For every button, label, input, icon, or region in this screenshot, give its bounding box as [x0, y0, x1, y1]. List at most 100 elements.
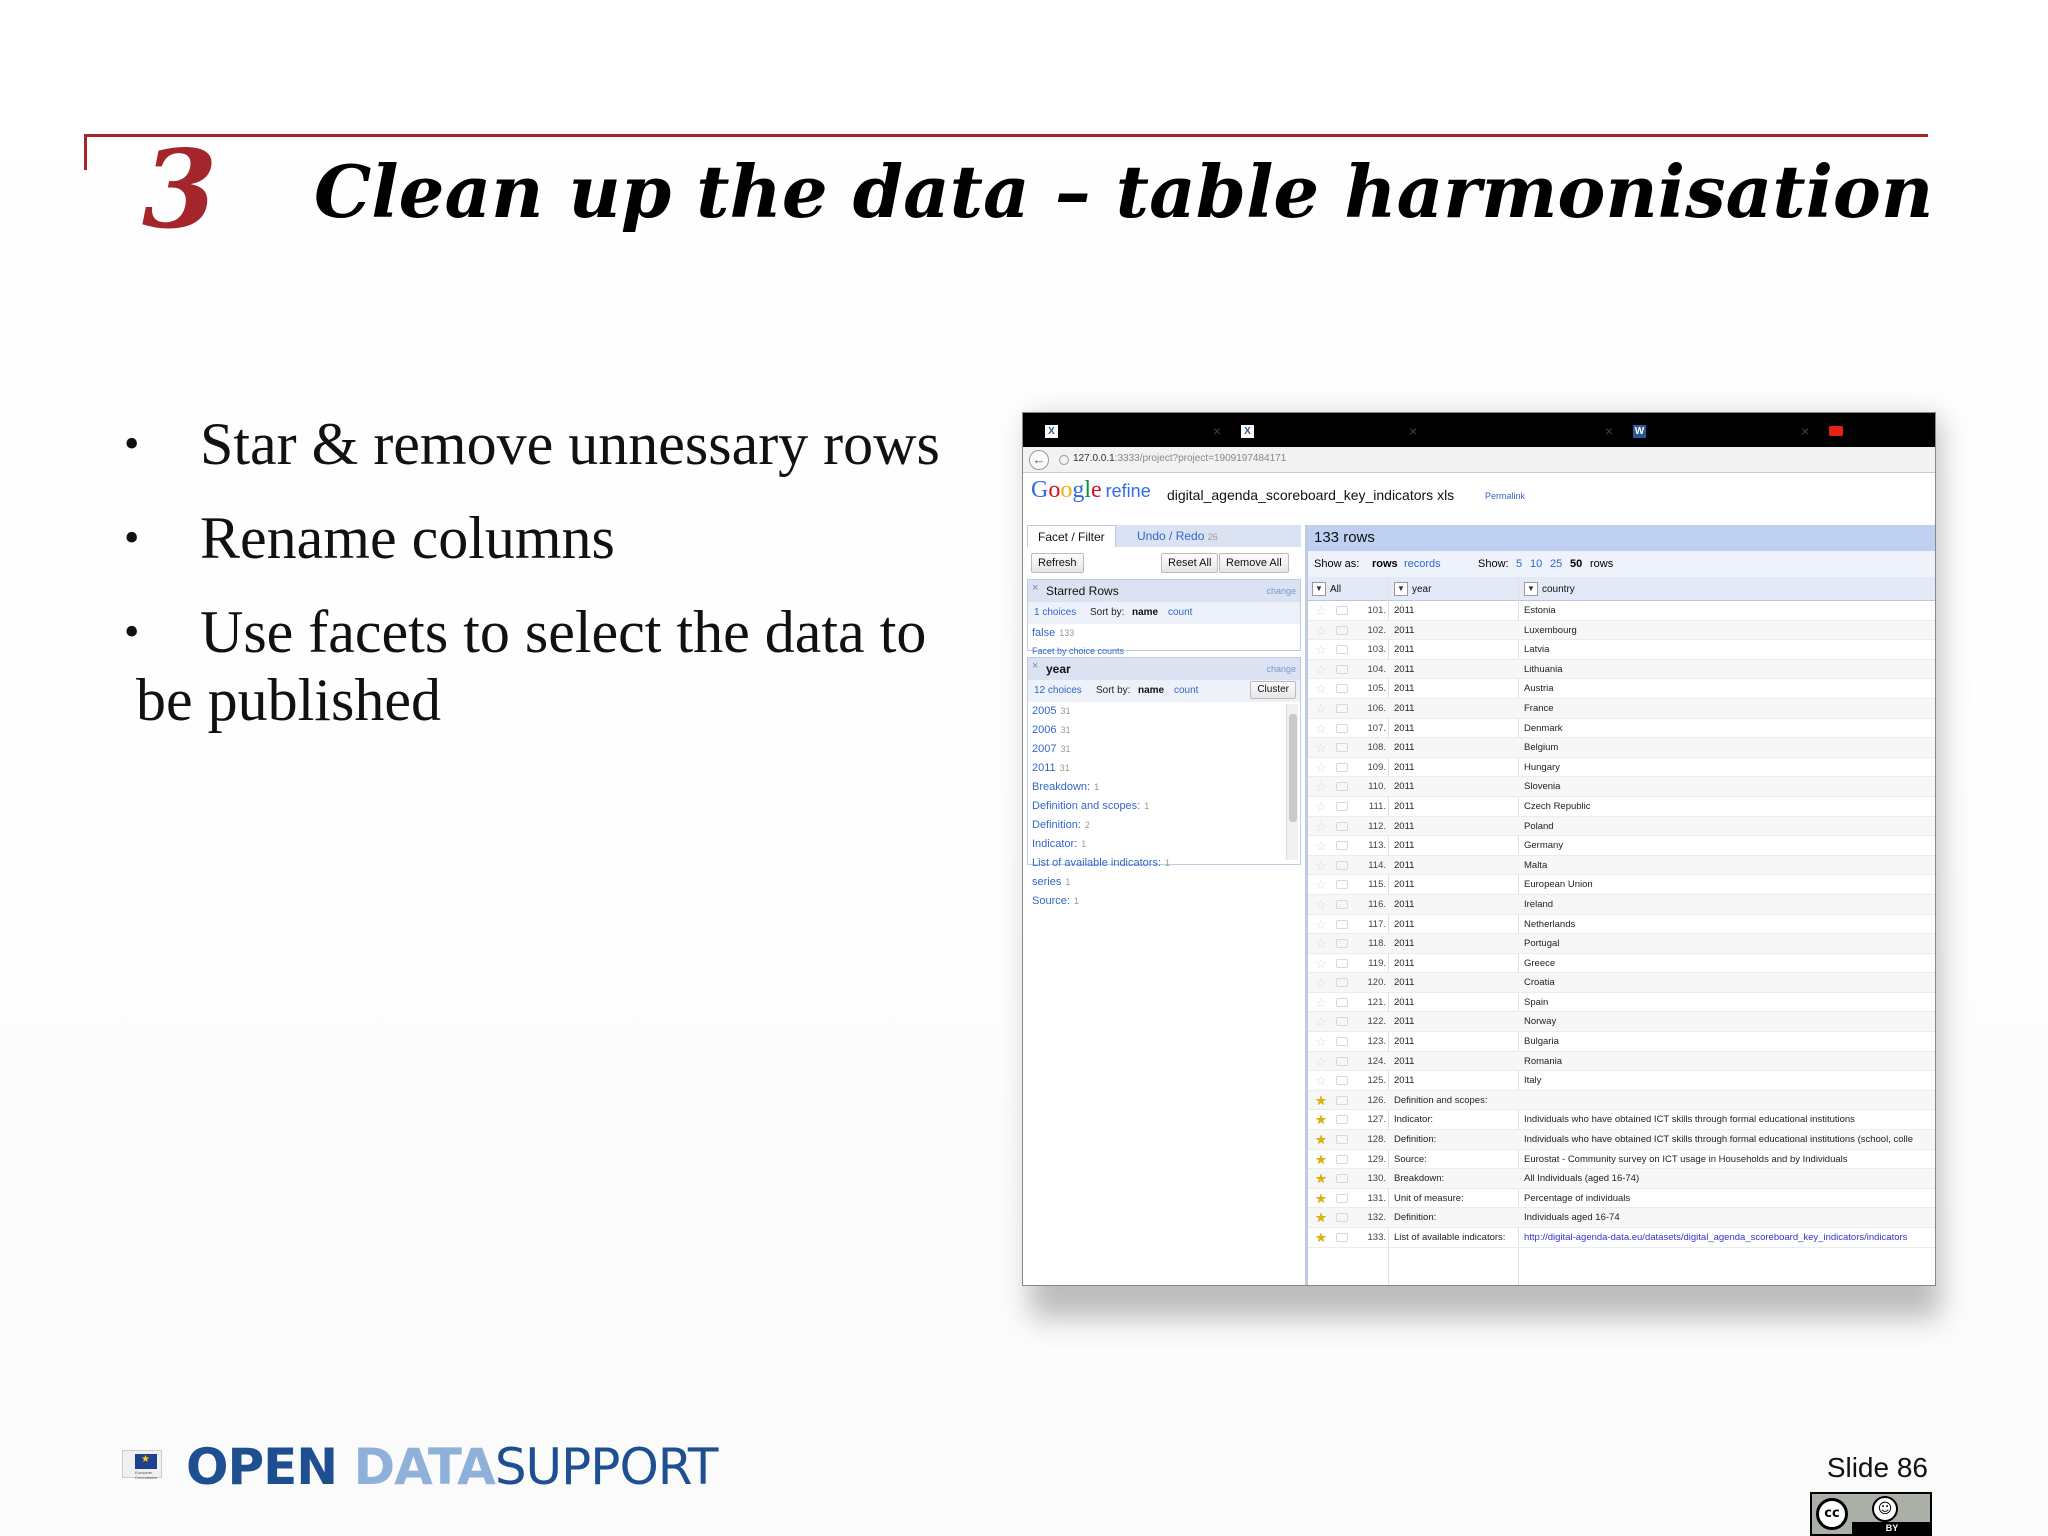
star-icon[interactable]: ☆ [1314, 973, 1328, 993]
flag-icon[interactable] [1336, 978, 1348, 988]
year-cell[interactable]: 2011 [1394, 621, 1414, 641]
country-cell[interactable]: Eurostat - Community survey on ICT usage… [1524, 1150, 1848, 1170]
close-tab-icon[interactable]: × [1605, 423, 1613, 439]
star-icon[interactable]: ☆ [1314, 836, 1328, 856]
flag-icon[interactable] [1336, 1056, 1348, 1066]
flag-icon[interactable] [1336, 1037, 1348, 1047]
year-cell[interactable]: 2011 [1394, 1071, 1414, 1091]
flag-icon[interactable] [1336, 762, 1348, 772]
all-column-menu-icon[interactable]: ▼ [1312, 582, 1326, 596]
star-icon[interactable]: ☆ [1314, 699, 1328, 719]
close-facet-icon[interactable]: × [1032, 582, 1038, 594]
star-icon[interactable]: ★ [1314, 1130, 1328, 1150]
country-cell[interactable]: Individuals aged 16-74 [1524, 1208, 1620, 1228]
project-name[interactable]: digital_agenda_scoreboard_key_indicators… [1167, 487, 1454, 503]
star-icon[interactable]: ★ [1314, 1169, 1328, 1189]
page-size-option[interactable]: 50 [1570, 558, 1582, 570]
show-rows-option[interactable]: rows [1372, 558, 1398, 570]
country-cell[interactable]: Portugal [1524, 934, 1559, 954]
facet-choice[interactable]: List of available indicators: 1 [1028, 854, 1300, 873]
star-icon[interactable]: ☆ [1314, 1052, 1328, 1072]
flag-icon[interactable] [1336, 645, 1348, 655]
flag-icon[interactable] [1336, 1076, 1348, 1086]
year-cell[interactable]: 2011 [1394, 895, 1414, 915]
year-cell[interactable]: Definition and scopes: [1394, 1091, 1487, 1111]
star-icon[interactable]: ★ [1314, 1110, 1328, 1130]
flag-icon[interactable] [1336, 801, 1348, 811]
country-cell[interactable]: Luxembourg [1524, 621, 1577, 641]
year-cell[interactable]: 2011 [1394, 934, 1414, 954]
cluster-button[interactable]: Cluster [1250, 681, 1296, 699]
country-cell[interactable]: Spain [1524, 993, 1548, 1013]
facet-choice[interactable]: Breakdown: 1 [1028, 778, 1300, 797]
flag-icon[interactable] [1336, 1154, 1348, 1164]
star-icon[interactable]: ☆ [1314, 1012, 1328, 1032]
star-icon[interactable]: ★ [1314, 1150, 1328, 1170]
flag-icon[interactable] [1336, 997, 1348, 1007]
country-cell[interactable]: Percentage of individuals [1524, 1189, 1630, 1209]
excel-tab-icon[interactable]: X [1241, 425, 1254, 438]
page-size-option[interactable]: 25 [1550, 558, 1562, 570]
year-cell[interactable]: 2011 [1394, 679, 1414, 699]
star-icon[interactable]: ☆ [1314, 679, 1328, 699]
year-cell[interactable]: 2011 [1394, 601, 1414, 621]
facet-choice[interactable]: 2007 31 [1028, 740, 1300, 759]
star-icon[interactable]: ★ [1314, 1228, 1328, 1248]
year-cell[interactable]: 2011 [1394, 660, 1414, 680]
year-cell[interactable]: 2011 [1394, 817, 1414, 837]
country-cell[interactable]: Bulgaria [1524, 1032, 1559, 1052]
close-tab-icon[interactable]: × [1213, 423, 1221, 439]
star-icon[interactable]: ☆ [1314, 817, 1328, 837]
year-cell[interactable]: Breakdown: [1394, 1169, 1444, 1189]
year-cell[interactable]: 2011 [1394, 797, 1414, 817]
facet-choice[interactable]: Definition: 2 [1028, 816, 1300, 835]
flag-icon[interactable] [1336, 684, 1348, 694]
year-column-menu-icon[interactable]: ▼ [1394, 582, 1408, 596]
page-size-option[interactable]: 10 [1530, 558, 1542, 570]
scroll-thumb[interactable] [1289, 714, 1297, 822]
star-icon[interactable]: ☆ [1314, 993, 1328, 1013]
star-icon[interactable]: ☆ [1314, 1032, 1328, 1052]
year-cell[interactable]: 2011 [1394, 836, 1414, 856]
flag-icon[interactable] [1336, 880, 1348, 890]
star-icon[interactable]: ☆ [1314, 758, 1328, 778]
year-cell[interactable]: 2011 [1394, 993, 1414, 1013]
year-cell[interactable]: 2011 [1394, 856, 1414, 876]
refresh-button[interactable]: Refresh [1031, 553, 1084, 573]
w3c-tab-icon[interactable]: W [1633, 425, 1646, 438]
star-icon[interactable]: ☆ [1314, 895, 1328, 915]
flag-icon[interactable] [1336, 1193, 1348, 1203]
google-refine-logo[interactable]: Google refine [1031, 477, 1151, 504]
star-icon[interactable]: ★ [1314, 1189, 1328, 1209]
facet-choice[interactable]: 2005 31 [1028, 702, 1300, 721]
year-cell[interactable]: 2011 [1394, 973, 1414, 993]
country-cell[interactable]: Norway [1524, 1012, 1556, 1032]
url-field[interactable]: 127.0.0.1:3333/project?project=190919748… [1073, 453, 1286, 464]
permalink-link[interactable]: Permalink [1485, 491, 1525, 501]
flag-icon[interactable] [1336, 664, 1348, 674]
star-icon[interactable]: ☆ [1314, 777, 1328, 797]
country-cell[interactable]: Germany [1524, 836, 1563, 856]
flag-icon[interactable] [1336, 841, 1348, 851]
star-icon[interactable]: ★ [1314, 1091, 1328, 1111]
show-records-option[interactable]: records [1404, 558, 1441, 570]
flag-icon[interactable] [1336, 703, 1348, 713]
country-cell[interactable]: Czech Republic [1524, 797, 1591, 817]
flag-icon[interactable] [1336, 1174, 1348, 1184]
star-icon[interactable]: ☆ [1314, 660, 1328, 680]
facet-choice[interactable]: 2011 31 [1028, 759, 1300, 778]
facet-choice[interactable]: Source: 1 [1028, 892, 1300, 911]
country-cell[interactable]: Poland [1524, 817, 1554, 837]
country-cell[interactable]: Italy [1524, 1071, 1541, 1091]
page-size-option[interactable]: 5 [1516, 558, 1522, 570]
star-icon[interactable]: ☆ [1314, 738, 1328, 758]
country-cell[interactable]: Netherlands [1524, 915, 1575, 935]
reset-all-button[interactable]: Reset All [1161, 553, 1219, 573]
star-icon[interactable]: ☆ [1314, 797, 1328, 817]
country-cell[interactable]: Malta [1524, 856, 1547, 876]
country-cell[interactable]: Hungary [1524, 758, 1560, 778]
star-icon[interactable]: ☆ [1314, 915, 1328, 935]
change-link[interactable]: change [1266, 586, 1296, 596]
year-cell[interactable]: 2011 [1394, 1032, 1414, 1052]
country-cell[interactable]: Lithuania [1524, 660, 1563, 680]
